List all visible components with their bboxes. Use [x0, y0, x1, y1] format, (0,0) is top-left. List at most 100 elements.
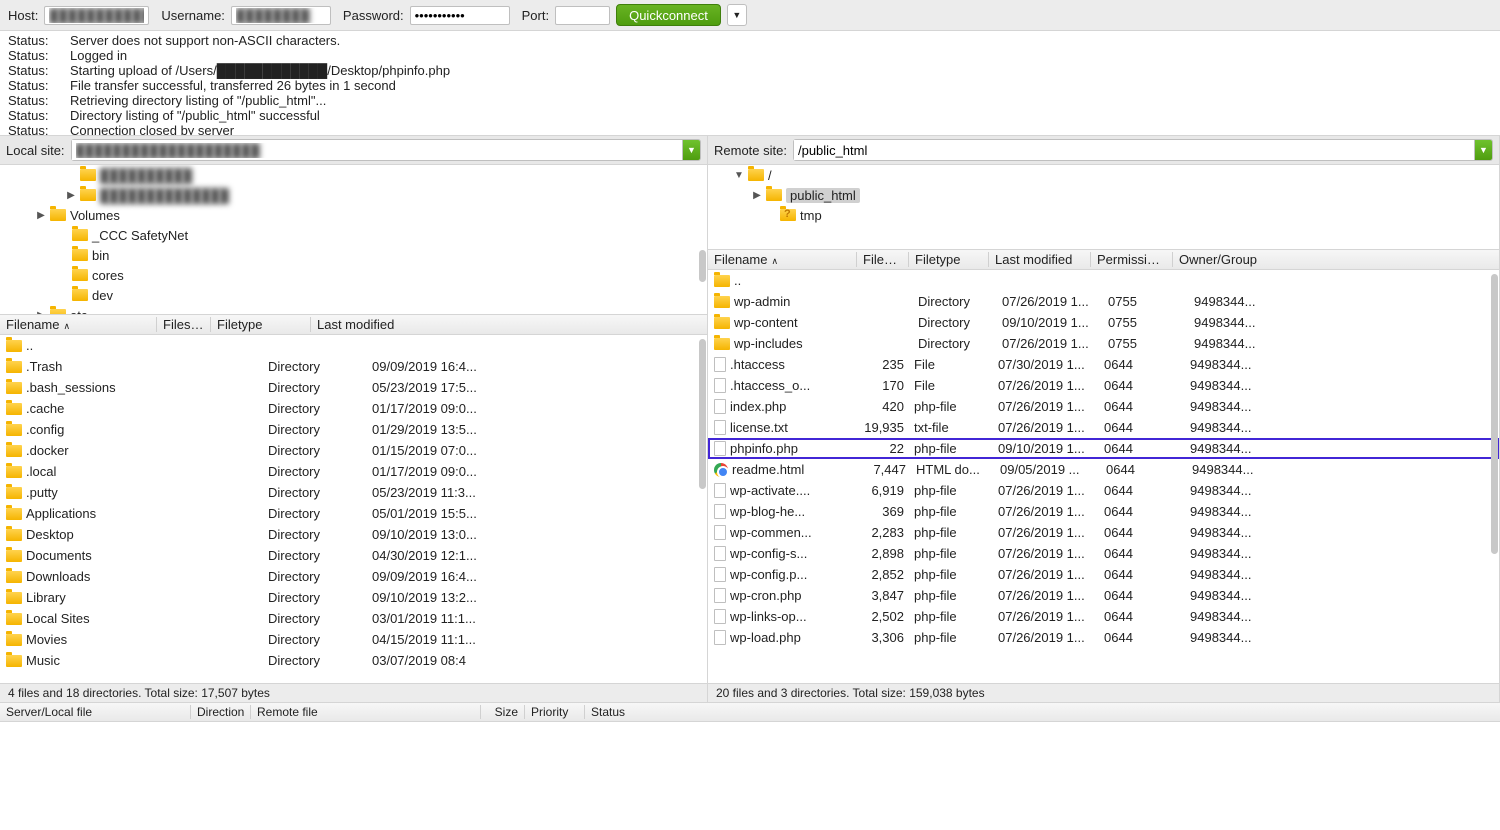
- local-tree[interactable]: ██████████▶██████████████▶Volumes_CCC Sa…: [0, 165, 707, 315]
- file-row[interactable]: wp-load.php 3,306 php-file 07/26/2019 1.…: [708, 627, 1499, 648]
- file-row[interactable]: readme.html 7,447 HTML do... 09/05/2019 …: [708, 459, 1499, 480]
- local-path-combo[interactable]: ▼: [71, 139, 701, 161]
- disclosure-triangle-icon[interactable]: ▶: [36, 310, 46, 316]
- file-owner: 9498344...: [1190, 441, 1499, 456]
- log-text: Retrieving directory listing of "/public…: [70, 93, 326, 108]
- file-row[interactable]: wp-commen... 2,283 php-file 07/26/2019 1…: [708, 522, 1499, 543]
- file-row[interactable]: phpinfo.php 22 php-file 09/10/2019 1... …: [708, 438, 1499, 459]
- file-size: 3,306: [858, 630, 910, 645]
- file-type: php-file: [914, 609, 994, 624]
- file-row[interactable]: .config Directory 01/29/2019 13:5...: [0, 419, 707, 440]
- scrollbar-thumb[interactable]: [1491, 274, 1498, 554]
- file-row[interactable]: wp-config-s... 2,898 php-file 07/26/2019…: [708, 543, 1499, 564]
- username-input[interactable]: [231, 6, 331, 25]
- file-row[interactable]: .bash_sessions Directory 05/23/2019 17:5…: [0, 377, 707, 398]
- tree-node[interactable]: ██████████: [0, 165, 707, 185]
- file-row[interactable]: .cache Directory 01/17/2019 09:0...: [0, 398, 707, 419]
- file-permissions: 0644: [1104, 609, 1186, 624]
- local-status: 4 files and 18 directories. Total size: …: [0, 683, 707, 702]
- file-row[interactable]: .Trash Directory 09/09/2019 16:4...: [0, 356, 707, 377]
- file-row[interactable]: Library Directory 09/10/2019 13:2...: [0, 587, 707, 608]
- password-label: Password:: [343, 8, 404, 23]
- scrollbar-thumb[interactable]: [699, 339, 706, 489]
- file-icon: [714, 399, 726, 414]
- folder-icon: [6, 382, 22, 394]
- tree-node[interactable]: ▶public_html: [708, 185, 1499, 205]
- queue-header[interactable]: Server/Local file Direction Remote file …: [0, 702, 1500, 722]
- tree-node[interactable]: _CCC SafetyNet: [0, 225, 707, 245]
- file-row[interactable]: .htaccess 235 File 07/30/2019 1... 0644 …: [708, 354, 1499, 375]
- scrollbar-thumb[interactable]: [699, 250, 706, 282]
- local-file-list[interactable]: .. .Trash Directory 09/09/2019 16:4... .…: [0, 335, 707, 683]
- file-type: php-file: [914, 630, 994, 645]
- file-row[interactable]: Documents Directory 04/30/2019 12:1...: [0, 545, 707, 566]
- remote-path-dropdown[interactable]: ▼: [1474, 140, 1492, 160]
- remote-path-combo[interactable]: ▼: [793, 139, 1493, 161]
- file-row[interactable]: index.php 420 php-file 07/26/2019 1... 0…: [708, 396, 1499, 417]
- tree-node[interactable]: ▶Volumes: [0, 205, 707, 225]
- file-row[interactable]: wp-activate.... 6,919 php-file 07/26/201…: [708, 480, 1499, 501]
- host-input[interactable]: [44, 6, 149, 25]
- file-row[interactable]: wp-config.p... 2,852 php-file 07/26/2019…: [708, 564, 1499, 585]
- tree-node[interactable]: ▶etc: [0, 305, 707, 315]
- log-label: Status:: [8, 33, 52, 48]
- local-path-dropdown[interactable]: ▼: [682, 140, 700, 160]
- remote-path-input[interactable]: [794, 140, 1474, 160]
- file-permissions: 0644: [1104, 378, 1186, 393]
- file-name: .putty: [26, 485, 206, 500]
- tree-node[interactable]: tmp: [708, 205, 1499, 225]
- file-name: .htaccess: [730, 357, 854, 372]
- local-path-input[interactable]: [72, 140, 682, 160]
- file-row[interactable]: wp-links-op... 2,502 php-file 07/26/2019…: [708, 606, 1499, 627]
- file-size: 22: [858, 441, 910, 456]
- remote-file-list[interactable]: .. wp-admin Directory 07/26/2019 1... 07…: [708, 270, 1499, 683]
- file-name: wp-activate....: [730, 483, 854, 498]
- folder-icon: [780, 209, 796, 221]
- tree-node[interactable]: ▼/: [708, 165, 1499, 185]
- file-row[interactable]: Music Directory 03/07/2019 08:4: [0, 650, 707, 671]
- tree-node[interactable]: cores: [0, 265, 707, 285]
- disclosure-triangle-icon[interactable]: ▶: [752, 190, 762, 201]
- file-row[interactable]: wp-admin Directory 07/26/2019 1... 0755 …: [708, 291, 1499, 312]
- file-row[interactable]: ..: [708, 270, 1499, 291]
- remote-file-header[interactable]: Filename∧ Filesize Filetype Last modifie…: [708, 250, 1499, 270]
- file-icon: [714, 525, 726, 540]
- disclosure-triangle-icon[interactable]: ▶: [36, 210, 46, 221]
- port-input[interactable]: [555, 6, 610, 25]
- file-modified: 09/10/2019 1...: [998, 441, 1100, 456]
- local-file-header[interactable]: Filename∧ Filesize Filetype Last modifie…: [0, 315, 707, 335]
- quickconnect-button[interactable]: Quickconnect: [616, 4, 721, 26]
- tree-node[interactable]: dev: [0, 285, 707, 305]
- file-row[interactable]: .htaccess_o... 170 File 07/26/2019 1... …: [708, 375, 1499, 396]
- file-row[interactable]: wp-cron.php 3,847 php-file 07/26/2019 1.…: [708, 585, 1499, 606]
- file-row[interactable]: .putty Directory 05/23/2019 11:3...: [0, 482, 707, 503]
- file-row[interactable]: Applications Directory 05/01/2019 15:5..…: [0, 503, 707, 524]
- file-row[interactable]: ..: [0, 335, 707, 356]
- file-row[interactable]: Downloads Directory 09/09/2019 16:4...: [0, 566, 707, 587]
- file-row[interactable]: .docker Directory 01/15/2019 07:0...: [0, 440, 707, 461]
- username-label: Username:: [161, 8, 225, 23]
- file-name: ..: [26, 338, 206, 353]
- file-row[interactable]: Local Sites Directory 03/01/2019 11:1...: [0, 608, 707, 629]
- file-row[interactable]: license.txt 19,935 txt-file 07/26/2019 1…: [708, 417, 1499, 438]
- remote-tree[interactable]: ▼/▶public_htmltmp: [708, 165, 1499, 250]
- file-icon: [714, 378, 726, 393]
- disclosure-triangle-icon[interactable]: ▶: [66, 190, 76, 201]
- tree-label: cores: [92, 268, 124, 283]
- file-row[interactable]: wp-content Directory 09/10/2019 1... 075…: [708, 312, 1499, 333]
- file-modified: 07/26/2019 1...: [998, 399, 1100, 414]
- disclosure-triangle-icon[interactable]: ▼: [734, 170, 744, 181]
- tree-node[interactable]: bin: [0, 245, 707, 265]
- tree-node[interactable]: ▶██████████████: [0, 185, 707, 205]
- quickconnect-history-button[interactable]: ▼: [727, 4, 747, 26]
- password-input[interactable]: [410, 6, 510, 25]
- file-row[interactable]: .local Directory 01/17/2019 09:0...: [0, 461, 707, 482]
- file-row[interactable]: wp-includes Directory 07/26/2019 1... 07…: [708, 333, 1499, 354]
- queue-body[interactable]: [0, 722, 1500, 830]
- file-name: wp-links-op...: [730, 609, 854, 624]
- sort-asc-icon: ∧: [771, 256, 778, 266]
- file-row[interactable]: wp-blog-he... 369 php-file 07/26/2019 1.…: [708, 501, 1499, 522]
- file-row[interactable]: Desktop Directory 09/10/2019 13:0...: [0, 524, 707, 545]
- file-row[interactable]: Movies Directory 04/15/2019 11:1...: [0, 629, 707, 650]
- file-modified: 07/26/2019 1...: [998, 567, 1100, 582]
